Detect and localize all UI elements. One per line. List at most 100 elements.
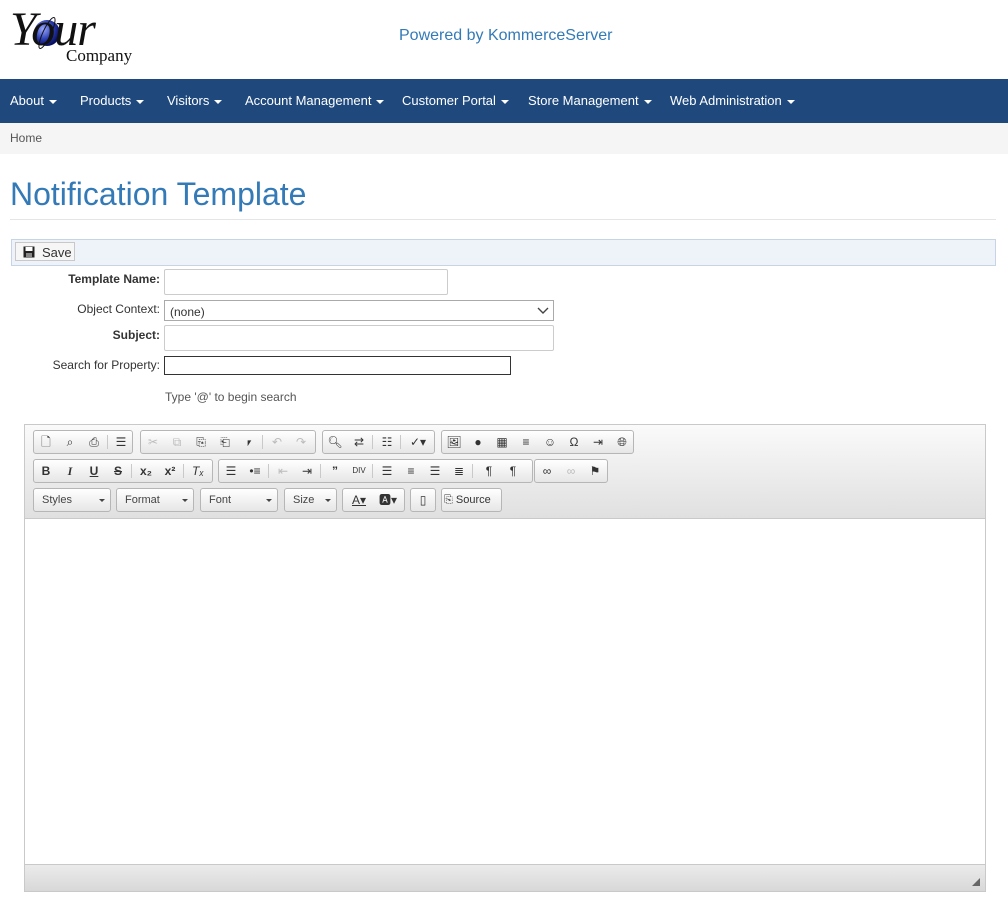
subject-input[interactable]	[164, 325, 554, 351]
source-button-label: Source	[455, 494, 491, 506]
background-color-icon[interactable]: 🅰︎▾	[374, 489, 402, 511]
strikethrough-icon[interactable]: S	[106, 460, 130, 482]
font-dropdown[interactable]: Font	[200, 488, 278, 512]
nav-item-products[interactable]: Products	[80, 79, 145, 123]
numbered-list-icon[interactable]: ☰	[219, 460, 243, 482]
replace-icon[interactable]: ⇄	[347, 431, 371, 453]
blockquote-icon[interactable]: ”	[323, 460, 347, 482]
iframe-icon[interactable]: 🌐︎	[610, 431, 634, 453]
cut-icon[interactable]: ✂	[141, 431, 165, 453]
object-context-label: Object Context:	[77, 302, 160, 316]
source-icon: ⎘	[444, 494, 453, 506]
toolbar-separator	[131, 464, 132, 478]
maximize-icon[interactable]: ▯	[411, 489, 435, 511]
nav-item-web-administration[interactable]: Web Administration	[670, 79, 795, 123]
subscript-icon[interactable]: x₂	[134, 460, 158, 482]
underline-icon[interactable]: U	[82, 460, 106, 482]
create-div-icon[interactable]: DIV	[347, 460, 371, 482]
company-logo[interactable]: Your Company	[8, 4, 138, 68]
nav-item-visitors[interactable]: Visitors	[167, 79, 223, 123]
paste-icon[interactable]: ⎘	[189, 431, 213, 453]
rich-text-editor: 🗋 ⌕ ⎙ ☰ ✂ ⧉ ⎘ ⎗ ⎖ ↶ ↷ 🔍︎ ⇄ ☷ ✓▾ 🖼︎ ● ▦ ≡…	[24, 424, 986, 892]
nav-item-label: Products	[80, 93, 132, 108]
nav-item-label: Web Administration	[670, 93, 782, 108]
italic-icon[interactable]: I	[58, 460, 82, 482]
site-header: Your Company Powered by KommerceServer	[0, 0, 1008, 79]
find-icon[interactable]: 🔍︎	[323, 431, 347, 453]
text-direction-rtl-icon[interactable]: ¶	[501, 460, 525, 482]
unlink-icon[interactable]: ∞	[559, 460, 583, 482]
align-left-icon[interactable]: ☰	[375, 460, 399, 482]
breadcrumb-home-link[interactable]: Home	[10, 131, 42, 145]
select-all-icon[interactable]: ☷	[375, 431, 399, 453]
align-justify-icon[interactable]: ≣	[447, 460, 471, 482]
editor-toolbar: 🗋 ⌕ ⎙ ☰ ✂ ⧉ ⎘ ⎗ ⎖ ↶ ↷ 🔍︎ ⇄ ☷ ✓▾ 🖼︎ ● ▦ ≡…	[25, 425, 985, 519]
toolbar-separator	[183, 464, 184, 478]
font-dropdown-label: Font	[209, 494, 232, 506]
spellcheck-icon[interactable]: ✓▾	[403, 431, 433, 453]
caret-down-icon	[214, 99, 223, 104]
breadcrumb: Home	[0, 123, 1008, 154]
toolbar-group-colors: A▾ 🅰︎▾	[342, 488, 405, 512]
dropdown-arrow-icon	[99, 499, 105, 502]
save-button-label: Save	[42, 245, 72, 260]
format-dropdown[interactable]: Format	[116, 488, 194, 512]
special-char-icon[interactable]: Ω	[562, 431, 586, 453]
anchor-flag-icon[interactable]: ⚑	[583, 460, 607, 482]
image-icon[interactable]: 🖼︎	[442, 431, 466, 453]
search-property-input[interactable]	[164, 356, 511, 375]
template-name-input[interactable]	[164, 269, 448, 295]
styles-dropdown[interactable]: Styles	[33, 488, 111, 512]
size-dropdown[interactable]: Size	[284, 488, 337, 512]
paste-word-icon[interactable]: ⎖	[237, 431, 261, 453]
horizontal-line-icon[interactable]: ≡	[514, 431, 538, 453]
toolbar-separator	[107, 435, 108, 449]
text-direction-ltr-icon[interactable]: ¶	[477, 460, 501, 482]
toolbar-group-basicstyles: B I U S x₂ x² Tₓ	[33, 459, 213, 483]
editor-statusbar	[25, 864, 985, 891]
nav-item-label: Account Management	[245, 93, 372, 108]
indent-icon[interactable]: ⇥	[295, 460, 319, 482]
superscript-icon[interactable]: x²	[158, 460, 182, 482]
bulleted-list-icon[interactable]: •≡	[243, 460, 267, 482]
source-button[interactable]: ⎘ Source	[444, 489, 500, 511]
resize-handle-icon[interactable]	[972, 878, 980, 886]
align-right-icon[interactable]: ☰	[423, 460, 447, 482]
bold-icon[interactable]: B	[34, 460, 58, 482]
toolbar-group-insert: 🖼︎ ● ▦ ≡ ☺ Ω ⇥ 🌐︎	[441, 430, 634, 454]
link-icon[interactable]: ∞	[535, 460, 559, 482]
dropdown-arrow-icon	[182, 499, 188, 502]
nav-item-store-management[interactable]: Store Management	[528, 79, 652, 123]
toolbar-separator	[320, 464, 321, 478]
object-context-select[interactable]: (none)	[164, 300, 554, 321]
nav-item-customer-portal[interactable]: Customer Portal	[402, 79, 509, 123]
logo-company-text: Company	[66, 46, 133, 65]
nav-item-label: Store Management	[528, 93, 639, 108]
flash-icon[interactable]: ●	[466, 431, 490, 453]
smiley-icon[interactable]: ☺	[538, 431, 562, 453]
title-divider	[10, 219, 996, 220]
caret-down-icon	[643, 99, 652, 104]
nav-item-label: Visitors	[167, 93, 210, 108]
align-center-icon[interactable]: ≡	[399, 460, 423, 482]
paste-text-icon[interactable]: ⎗	[213, 431, 237, 453]
new-page-icon[interactable]: 🗋	[34, 431, 58, 453]
preview-icon[interactable]: ⌕	[58, 431, 82, 453]
redo-icon[interactable]: ↷	[289, 431, 313, 453]
page-break-icon[interactable]: ⇥	[586, 431, 610, 453]
toolbar-separator	[372, 435, 373, 449]
table-icon[interactable]: ▦	[490, 431, 514, 453]
remove-format-icon[interactable]: Tₓ	[186, 460, 210, 482]
templates-icon[interactable]: ☰	[109, 431, 133, 453]
save-button[interactable]: Save	[15, 242, 75, 261]
search-property-label: Search for Property:	[52, 358, 160, 372]
copy-icon[interactable]: ⧉	[165, 431, 189, 453]
caret-down-icon	[786, 99, 795, 104]
undo-icon[interactable]: ↶	[265, 431, 289, 453]
editor-content-area[interactable]	[25, 519, 985, 865]
outdent-icon[interactable]: ⇤	[271, 460, 295, 482]
nav-item-account-management[interactable]: Account Management	[245, 79, 385, 123]
print-icon[interactable]: ⎙	[82, 431, 106, 453]
nav-item-about[interactable]: About	[10, 79, 57, 123]
text-color-icon[interactable]: A▾	[345, 489, 373, 511]
